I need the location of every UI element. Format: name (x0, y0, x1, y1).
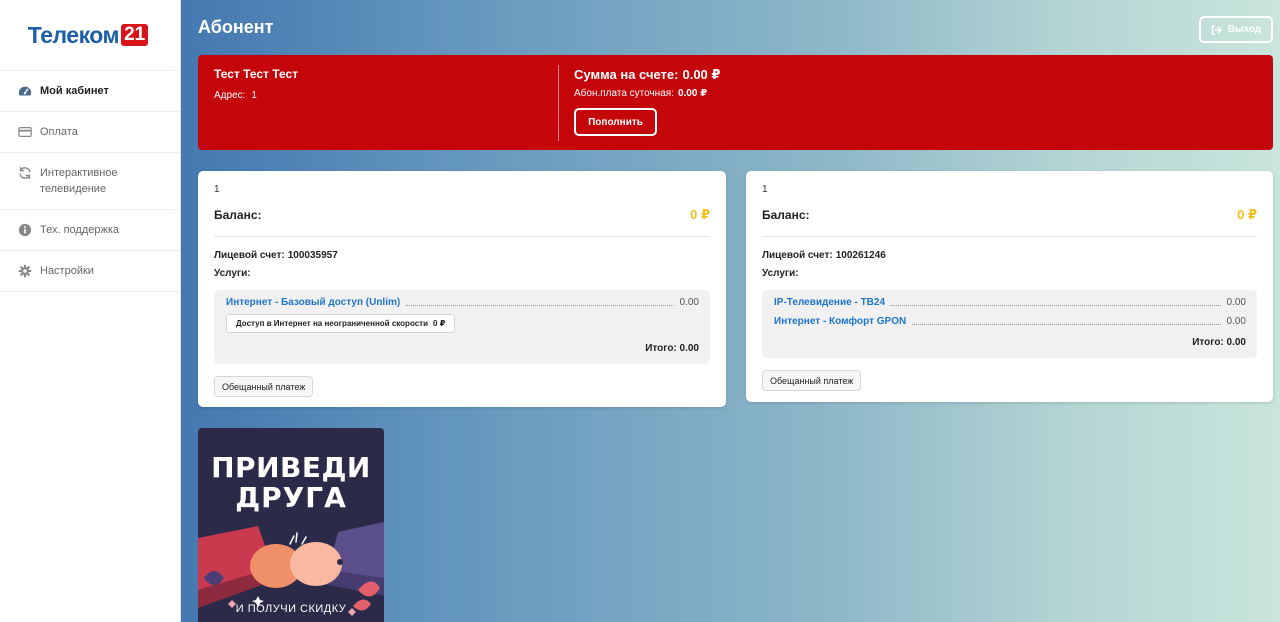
card-divider (762, 236, 1257, 237)
page-title: Абонент (198, 17, 274, 37)
sum-value: 0.00 ₽ (682, 67, 721, 82)
balance-value: 0 ₽ (690, 207, 710, 222)
balance-label: Баланс: (214, 208, 262, 222)
service-price: 0.00 (1226, 316, 1246, 327)
logo[interactable]: Телеком 21 (0, 0, 180, 70)
tariff-chip: Доступ в Интернет на неограниченной скор… (226, 314, 456, 333)
sign-out-icon (1211, 24, 1222, 35)
logout-button[interactable]: Выход (1199, 16, 1273, 43)
sidebar-item-label: Настройки (40, 265, 94, 277)
address-value: 1 (251, 90, 257, 101)
sidebar-item-label: Интерактивное телевидение (40, 167, 118, 195)
service-price: 0.00 (679, 297, 699, 308)
tariff-chip-label: Доступ в Интернет на неограниченной скор… (236, 319, 429, 328)
services-box: IP-Телевидение - ТВ24 0.00 Интернет - Ко… (762, 290, 1257, 358)
daily-fee-value: 0.00 ₽ (677, 88, 708, 99)
credit-card-icon (18, 127, 32, 137)
tariff-chip-value: 0 ₽ (433, 319, 446, 328)
subscriber-info: Тест Тест Тест Адрес: 1 (214, 67, 298, 101)
logo-badge: 21 (121, 24, 149, 46)
account-number-label: Лицевой счет: (762, 250, 833, 261)
sidebar-item-settings[interactable]: Настройки (0, 251, 180, 292)
service-row: Интернет - Базовый доступ (Unlim) 0.00 (226, 297, 699, 308)
sidebar-nav: Мой кабинет Оплата Интерактивное телевид… (0, 70, 180, 292)
card-number: 1 (762, 184, 768, 195)
promised-payment-button[interactable]: Обещанный платеж (762, 370, 862, 391)
account-sum: Сумма на счете: 0.00 ₽ (574, 67, 720, 83)
dotted-leader (912, 324, 1221, 325)
sum-label: Сумма на счете: (574, 67, 679, 82)
card-divider (214, 236, 710, 237)
service-row: Интернет - Комфорт GPON 0.00 (774, 316, 1246, 327)
sidebar-item-payment[interactable]: Оплата (0, 112, 180, 153)
promo-subtitle: И ПОЛУЧИ СКИДКУ (235, 603, 347, 615)
sidebar-item-interactive-tv[interactable]: Интерактивное телевидение (0, 153, 180, 210)
daily-fee-label: Абон.плата суточная: (574, 88, 674, 99)
services-box: Интернет - Базовый доступ (Unlim) 0.00 Д… (214, 290, 710, 364)
dotted-leader (891, 305, 1221, 306)
main-content: Абонент Выход Тест Тест Тест Адрес: 1 Сум… (181, 0, 1280, 622)
daily-fee: Абон.плата суточная: 0.00 ₽ (574, 88, 720, 99)
subscriber-summary-panel: Тест Тест Тест Адрес: 1 Сумма на счете: 0.… (198, 55, 1273, 150)
balance-value: 0 ₽ (1237, 207, 1257, 222)
account-number: Лицевой счет: 100261246 (762, 250, 886, 261)
subscriber-name: Тест Тест Тест (214, 67, 299, 81)
address-label: Адрес: (214, 90, 246, 101)
services-label: Услуги: (214, 268, 251, 279)
dashboard-icon (18, 86, 32, 96)
logo-text: Телеком (27, 21, 120, 48)
service-row: IP-Телевидение - ТВ24 0.00 (774, 297, 1246, 308)
account-card: 1 Баланс: 0 ₽ Лицевой счет: 100035957 Усл… (198, 171, 726, 407)
account-number-label: Лицевой счет: (214, 250, 285, 261)
services-label: Услуги: (762, 268, 799, 279)
card-number: 1 (214, 184, 220, 195)
account-number: Лицевой счет: 100035957 (214, 250, 338, 261)
refresh-icon (19, 166, 31, 180)
balance-summary: Сумма на счете: 0.00 ₽ Абон.плата суточна… (574, 67, 720, 136)
gear-icon (18, 264, 32, 278)
dotted-leader (406, 305, 674, 306)
service-link[interactable]: IP-Телевидение - ТВ24 (774, 297, 885, 308)
panel-divider (558, 65, 559, 141)
sidebar-item-my-cabinet[interactable]: Мой кабинет (0, 71, 180, 112)
services-total: Итого: 0.00 (1192, 337, 1246, 348)
balance-label: Баланс: (762, 208, 810, 222)
sidebar: Телеком 21 Мой кабинет Оплата Интерактивн… (0, 0, 181, 622)
services-total: Итого: 0.00 (645, 343, 699, 354)
service-price: 0.00 (1226, 297, 1246, 308)
sidebar-item-label: Оплата (40, 126, 78, 138)
sidebar-item-label: Мой кабинет (40, 85, 109, 97)
sidebar-item-support[interactable]: Тех. поддержка (0, 210, 180, 251)
info-icon (18, 223, 32, 237)
account-card: 1 Баланс: 0 ₽ Лицевой счет: 100261246 Усл… (746, 171, 1273, 402)
logout-label: Выход (1227, 24, 1262, 35)
account-number-value: 100035957 (287, 250, 338, 261)
topup-button[interactable]: Пополнить (574, 108, 657, 136)
account-number-value: 100261246 (835, 250, 886, 261)
service-link[interactable]: Интернет - Комфорт GPON (774, 316, 906, 327)
refer-friend-banner[interactable]: ПРИВЕДИ ДРУГА И ПОЛУЧИ СКИДКУ (198, 428, 384, 622)
promised-payment-button[interactable]: Обещанный платеж (214, 376, 314, 397)
subscriber-address: Адрес: 1 (214, 90, 298, 101)
sidebar-item-label: Тех. поддержка (40, 224, 120, 236)
service-link[interactable]: Интернет - Базовый доступ (Unlim) (226, 297, 400, 308)
promo-title-line1: ПРИВЕДИ (211, 451, 371, 484)
